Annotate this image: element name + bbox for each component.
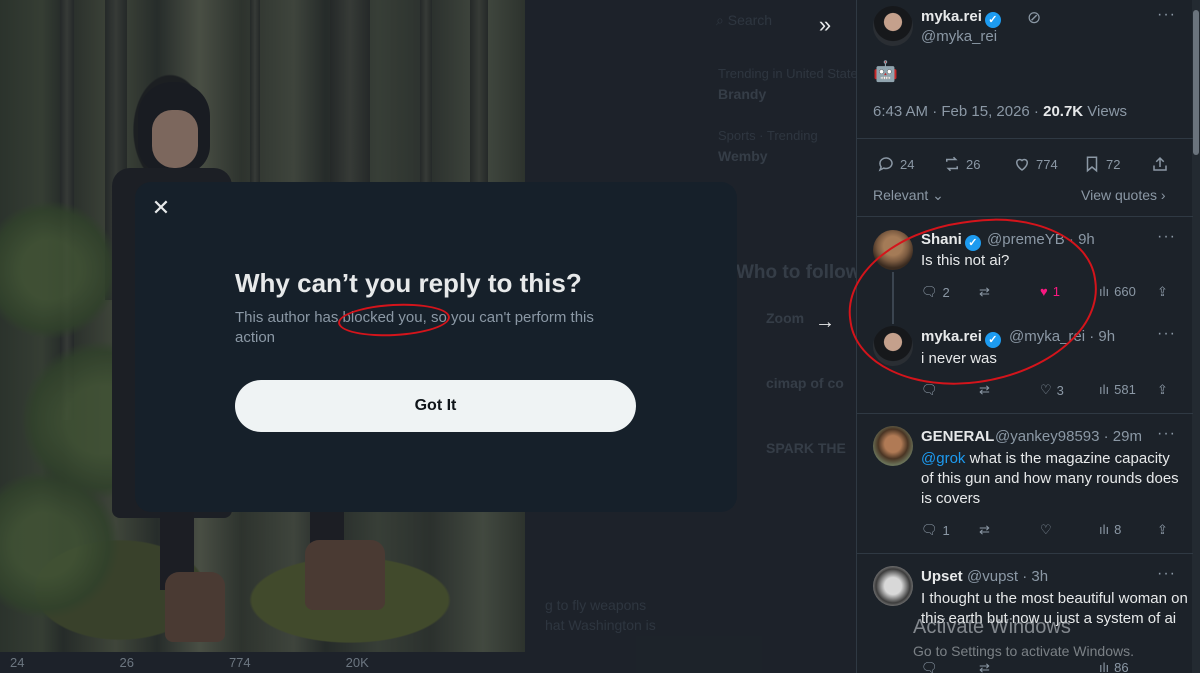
post-text: 🤖 xyxy=(873,61,898,83)
share-icon: ⇪ xyxy=(1157,284,1168,299)
views-button[interactable]: ılı 660 xyxy=(1099,284,1136,299)
scrollbar[interactable] xyxy=(1192,0,1200,673)
like-count[interactable]: 774 xyxy=(229,655,251,670)
blocked-dialog: ✕ Why can’t you reply to this? This auth… xyxy=(135,182,737,512)
like-button[interactable]: ♡ xyxy=(1040,522,1052,538)
share-button[interactable] xyxy=(1151,155,1169,173)
got-it-button[interactable]: Got It xyxy=(235,380,636,432)
next-image-button[interactable]: → xyxy=(808,305,842,339)
bookmark-button[interactable]: 72 xyxy=(1083,155,1120,173)
avatar[interactable] xyxy=(873,566,913,606)
divider xyxy=(857,413,1193,414)
view-quotes-link[interactable]: View quotes › xyxy=(1081,187,1166,203)
divider xyxy=(857,553,1193,554)
divider xyxy=(857,138,1193,139)
share-icon: ⇪ xyxy=(1157,382,1168,397)
more-options-icon[interactable]: ··· xyxy=(1157,228,1176,246)
share-button[interactable]: ⇪ xyxy=(1157,382,1168,398)
views-button[interactable]: ılı 86 xyxy=(1099,660,1129,673)
view-count[interactable]: 20K xyxy=(346,655,369,670)
page: ⌕ Search Trending in United States Brand… xyxy=(0,0,1200,673)
heart-icon: ♡ xyxy=(1040,382,1052,397)
repost-count[interactable]: 26 xyxy=(119,655,133,670)
analytics-icon: ılı xyxy=(1099,522,1110,537)
views-button[interactable]: ılı 581 xyxy=(1099,382,1136,397)
avatar[interactable] xyxy=(873,426,913,466)
reply-button[interactable]: 🗨 xyxy=(921,660,938,673)
repost-button[interactable]: ⇄ xyxy=(979,382,990,398)
reply-icon: 🗨 xyxy=(921,660,938,673)
grok-icon[interactable]: ⊘ xyxy=(1027,8,1042,28)
double-chevron-right-icon: » xyxy=(818,12,832,37)
chevron-right-icon: › xyxy=(1160,187,1166,203)
author-name[interactable]: myka.rei ✓ xyxy=(921,8,1001,28)
share-button[interactable]: ⇪ xyxy=(1157,284,1168,300)
arrow-right-icon: → xyxy=(815,310,835,333)
mention-link[interactable]: @grok xyxy=(921,450,965,467)
reply-text: @grok what is the magazine capacity of t… xyxy=(921,450,1179,507)
heart-icon: ♡ xyxy=(1040,522,1052,537)
more-options-icon[interactable]: ··· xyxy=(1157,565,1176,583)
more-options-icon[interactable]: ··· xyxy=(1157,325,1176,343)
activation-watermark-subtitle: Go to Settings to activate Windows. xyxy=(913,643,1134,659)
reply-button[interactable]: 🗨 xyxy=(921,382,938,398)
analytics-icon: ılı xyxy=(1099,382,1110,397)
repost-button[interactable]: ⇄ xyxy=(979,660,990,673)
like-button[interactable]: 774 xyxy=(1013,155,1058,173)
scrollbar-thumb[interactable] xyxy=(1193,10,1199,155)
share-icon: ⇪ xyxy=(1157,522,1168,537)
post-timestamp: 6:43 AM · Feb 15, 2026 · 20.7K Views xyxy=(873,103,1128,120)
photo-action-bar: 24 26 774 20K xyxy=(0,652,560,673)
verified-badge-icon: ✓ xyxy=(984,12,1001,28)
collapse-sidebar-button[interactable]: » xyxy=(808,8,842,42)
reply-author-name[interactable]: Upset xyxy=(921,568,963,585)
close-dialog-button[interactable]: ✕ xyxy=(149,196,173,220)
reply-handle[interactable]: @yankey98593 · 29m xyxy=(995,428,1142,445)
share-button[interactable]: ⇪ xyxy=(1157,522,1168,538)
like-button[interactable]: ♡ 3 xyxy=(1040,382,1064,398)
reply-author-name[interactable]: GENERAL xyxy=(921,428,994,445)
reply-handle[interactable]: @vupst · 3h xyxy=(967,568,1048,585)
heart-icon xyxy=(1015,158,1029,171)
sort-dropdown[interactable]: Relevant ⌄ xyxy=(873,187,944,204)
analytics-icon: ılı xyxy=(1099,284,1110,299)
reply-icon: 🗨 xyxy=(921,382,938,397)
analytics-icon: ılı xyxy=(1099,660,1110,673)
reply-button[interactable]: 🗨 1 xyxy=(921,522,950,538)
more-options-icon[interactable]: ··· xyxy=(1157,6,1176,24)
repost-icon: ⇄ xyxy=(979,660,990,673)
repost-icon: ⇄ xyxy=(979,382,990,397)
repost-button[interactable]: 26 xyxy=(943,155,980,173)
repost-button[interactable]: ⇄ xyxy=(979,522,990,538)
avatar[interactable] xyxy=(873,6,913,46)
chevron-down-icon: ⌄ xyxy=(932,187,944,203)
dialog-title: Why can’t you reply to this? xyxy=(235,268,582,298)
more-options-icon[interactable]: ··· xyxy=(1157,425,1176,443)
reply-button[interactable]: 24 xyxy=(877,155,914,173)
divider xyxy=(857,216,1193,217)
reply-icon: 🗨 xyxy=(921,522,938,537)
activation-watermark-title: Activate Windows xyxy=(913,616,1071,638)
reply-icon xyxy=(878,157,893,172)
close-icon: ✕ xyxy=(151,195,171,220)
views-button[interactable]: ılı 8 xyxy=(1099,522,1121,537)
author-handle[interactable]: @myka_rei xyxy=(921,28,997,45)
repost-icon xyxy=(946,156,958,172)
share-icon xyxy=(1153,156,1167,171)
bookmark-icon xyxy=(1086,156,1098,173)
repost-icon: ⇄ xyxy=(979,522,990,537)
reply-count[interactable]: 24 xyxy=(10,655,24,670)
